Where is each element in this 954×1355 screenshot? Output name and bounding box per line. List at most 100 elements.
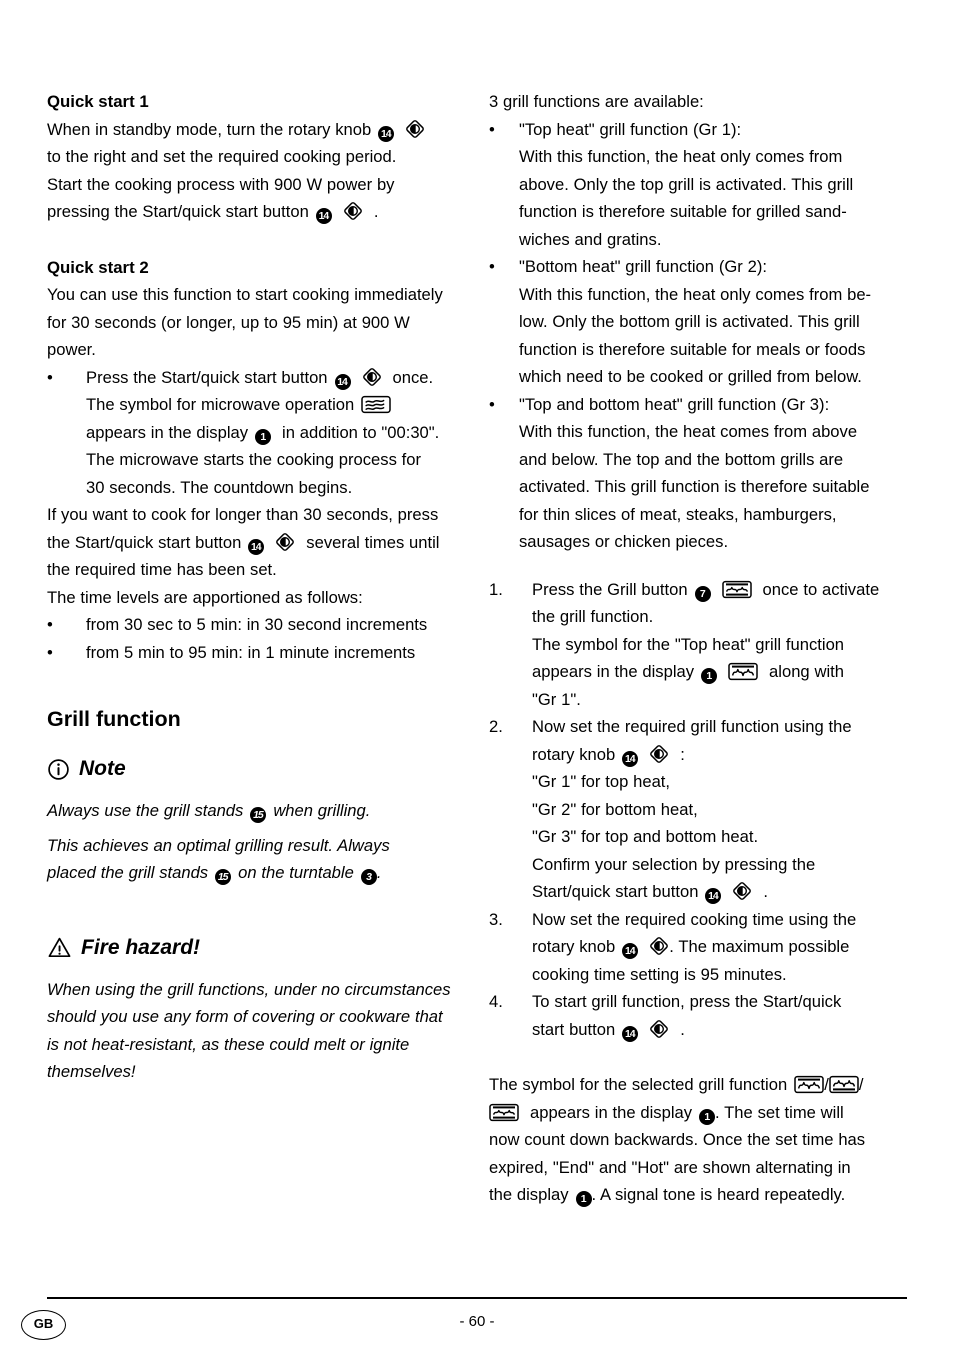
bullet-marker: • (489, 394, 495, 414)
text-line: Now set the required cooking time using … (532, 909, 857, 929)
ref-badge-14: 14 (315, 208, 332, 224)
text-line: appears in the display 1 along with (532, 662, 844, 684)
step-number: 4. (489, 992, 503, 1011)
text-line: should you use any form of covering or c… (47, 1007, 443, 1026)
ref-badge-14: 14 (705, 888, 722, 904)
step-body: Press the Grill button 7 once to activate … (532, 576, 916, 714)
text-line: function is therefore suitable for meals… (519, 339, 866, 359)
list-item: • Press the Start/quick start button 14 on… (47, 364, 467, 502)
bullet-marker: • (489, 257, 495, 276)
text-line: function is therefore suitable for grill… (519, 202, 847, 221)
text-line: This achieves an optimal grilling result… (47, 835, 390, 855)
text-line: "Gr 3" for top and bottom heat. (532, 827, 759, 846)
warning-title-text: Fire hazard! (81, 935, 201, 959)
text-line: "Top heat" grill function (Gr 1): (519, 119, 742, 139)
two-column-layout: Quick start 1 When in standby mode, turn… (0, 0, 954, 1209)
list-item-body: "Top heat" grill function (Gr 1): With t… (519, 116, 916, 254)
separator-slash: / (858, 1075, 864, 1094)
numbered-step: 4. To start grill function, press the St… (489, 988, 916, 1043)
numbered-step: 3. Now set the required cooking time usi… (489, 906, 916, 989)
list-item-body: from 30 sec to 5 min: in 30 second incre… (86, 615, 428, 634)
list-item: • from 5 min to 95 min: in 1 minute incr… (47, 639, 467, 667)
note-title: Note (47, 754, 467, 784)
numbered-step: 2. Now set the required grill function u… (489, 713, 916, 906)
text-line: activated. This grill function is theref… (519, 477, 870, 496)
rotary-knob-diamond-icon (343, 201, 363, 221)
grill-top-heat-icon (728, 662, 758, 681)
ref-badge-1: 1 (575, 1191, 592, 1207)
rotary-knob-diamond-icon (732, 881, 752, 901)
text-line: With this function, the heat only comes … (519, 284, 872, 304)
right-column: 3 grill functions are available: • "Top … (485, 0, 954, 1209)
closing-paragraph: The symbol for the selected grill functi… (489, 1071, 916, 1209)
text-line: the display 1. A signal tone is heard rep… (489, 1185, 846, 1207)
step-body: To start grill function, press the Start… (532, 988, 916, 1043)
note-title-text: Note (79, 757, 126, 780)
step-number: 2. (489, 717, 503, 736)
text-line: power. (47, 340, 96, 359)
grill-top-bottom-heat-icon (489, 1103, 519, 1122)
text-line: The microwave starts the cooking process… (86, 450, 422, 469)
list-item-body: "Bottom heat" grill function (Gr 2): Wit… (519, 253, 916, 391)
text-line: which need to be cooked or grilled from … (519, 367, 862, 386)
text-line: Press the Grill button 7 once to activate (532, 579, 880, 602)
text-line: To start grill function, press the Start… (532, 992, 842, 1011)
text-line: "Gr 1". (532, 689, 581, 709)
text-line: rotary knob 14. The maximum possible (532, 936, 850, 959)
text-line: When in standby mode, turn the rotary kn… (47, 116, 467, 144)
ref-badge-15: 15 (250, 807, 267, 823)
heading-grill-function: Grill function (47, 707, 181, 731)
bullet-marker: • (47, 615, 53, 634)
text-line: appears in the display 1 in addition to "0… (86, 422, 440, 445)
document-page: Quick start 1 When in standby mode, turn… (0, 0, 954, 1355)
bullet-marker: • (489, 119, 495, 139)
rotary-knob-diamond-icon (275, 532, 295, 552)
text-line: the grill function. (532, 607, 654, 626)
text-line: If you want to cook for longer than 30 s… (47, 505, 439, 524)
text-line: the Start/quick start button 14 several ti… (47, 532, 440, 555)
ref-badge-1: 1 (255, 428, 272, 445)
list-item-body: Press the Start/quick start button 14 once… (86, 364, 467, 502)
text-line: 3 grill functions are available: (489, 92, 704, 111)
text-line: "Bottom heat" grill function (Gr 2): (519, 257, 767, 276)
list-item: • "Bottom heat" grill function (Gr 2): W… (489, 253, 916, 391)
text-line: "Top and bottom heat" grill function (Gr… (519, 394, 830, 414)
quick-start-1-body: When in standby mode, turn the rotary kn… (47, 116, 467, 226)
text-line: to the right and set the required cookin… (47, 147, 397, 166)
text-line: themselves! (47, 1062, 136, 1081)
text-line: cooking time setting is 95 minutes. (532, 964, 787, 984)
text-line: The time levels are apportioned as follo… (47, 587, 363, 607)
text-line: The symbol for microwave operation (86, 391, 467, 419)
ref-badge-14: 14 (334, 373, 351, 390)
text-line: for thin slices of meat, steaks, hamburg… (519, 504, 837, 524)
warning-triangle-icon (47, 936, 72, 959)
microwave-waves-icon (361, 395, 392, 414)
grill-bottom-heat-icon (829, 1075, 859, 1094)
text-line: The symbol for the selected grill functi… (489, 1075, 864, 1094)
text-line: appears in the display 1. The set time wi… (489, 1099, 916, 1127)
text-line: wiches and gratins. (519, 229, 662, 249)
text-line: is not heat-resistant, as these could me… (47, 1034, 410, 1054)
text-line: now count down backwards. Once the set t… (489, 1130, 866, 1149)
text-line: expired, "End" and "Hot" are shown alter… (489, 1157, 851, 1177)
ref-badge-14: 14 (378, 125, 395, 142)
text-line: sausages or chicken pieces. (519, 532, 729, 551)
text-line: start button 14. (532, 1019, 685, 1042)
text-line: above. Only the top grill is activated. … (519, 174, 854, 194)
ref-badge-1: 1 (701, 668, 718, 684)
list-item: • "Top and bottom heat" grill function (… (489, 391, 916, 556)
ref-badge-3: 3 (360, 869, 377, 885)
rotary-knob-diamond-icon (649, 936, 669, 956)
quick-start-2-body: You can use this function to start cooki… (47, 281, 467, 666)
step-number: 1. (489, 579, 503, 599)
ref-badge-14: 14 (622, 750, 639, 767)
rotary-knob-diamond-icon (405, 119, 425, 139)
bullet-marker: • (47, 642, 53, 662)
numbered-step: 1. Press the Grill button 7 once to activa… (489, 576, 916, 714)
text-line: The symbol for the "Top heat" grill func… (532, 634, 845, 654)
ref-badge-14: 14 (622, 943, 639, 959)
text-line: Start/quick start button 14. (532, 881, 769, 904)
text-line: Confirm your selection by pressing the (532, 854, 816, 874)
text-line: You can use this function to start cooki… (47, 285, 443, 304)
ref-badge-15: 15 (215, 869, 232, 885)
